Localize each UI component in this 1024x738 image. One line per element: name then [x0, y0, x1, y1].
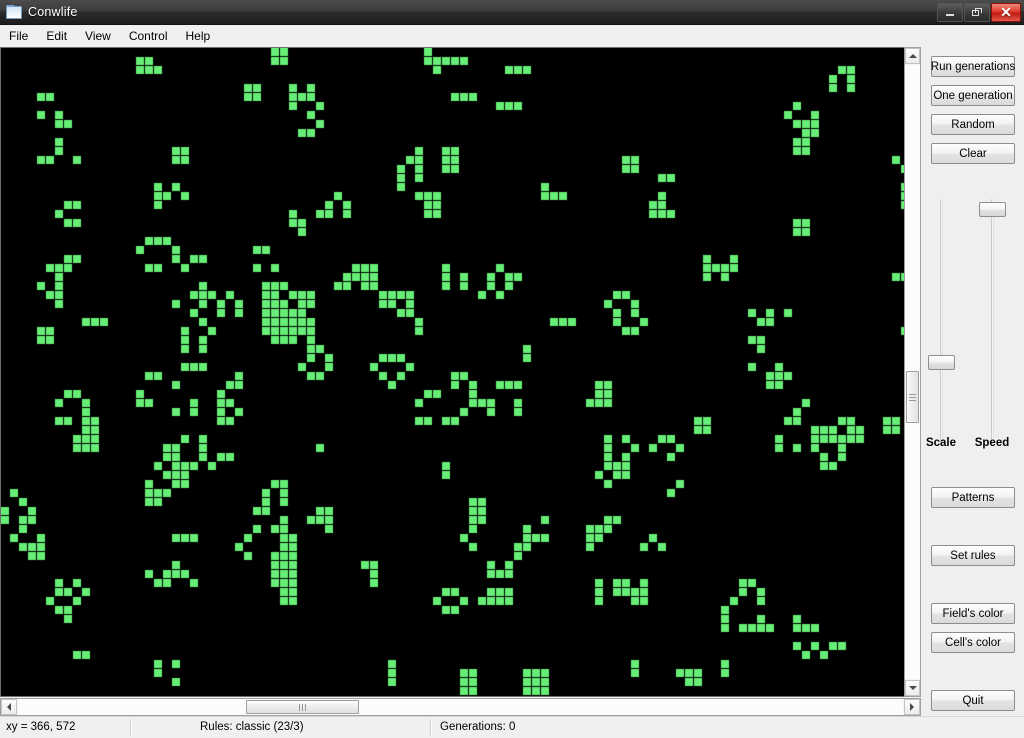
- scroll-up-button[interactable]: [905, 48, 920, 64]
- status-coordinates: xy = 366, 572: [6, 721, 76, 733]
- horizontal-scroll-thumb[interactable]: [246, 700, 359, 714]
- minimize-icon: [946, 14, 954, 16]
- patterns-button[interactable]: Patterns: [931, 487, 1015, 508]
- app-folder-icon: [6, 5, 22, 19]
- close-button[interactable]: ✕: [991, 2, 1021, 22]
- title-bar: Conwlife ✕: [0, 0, 1024, 25]
- application-window: Conwlife ✕ File Edit View Control Help R…: [0, 0, 1024, 738]
- horizontal-scrollbar[interactable]: [0, 698, 921, 716]
- close-icon: ✕: [1000, 4, 1012, 20]
- one-generation-button[interactable]: One generation: [931, 85, 1015, 106]
- horizontal-scroll-track[interactable]: [18, 699, 903, 715]
- menu-item-file[interactable]: File: [0, 26, 37, 46]
- clear-button[interactable]: Clear: [931, 143, 1015, 164]
- speed-slider-label: Speed: [974, 437, 1010, 449]
- control-panel: Run generations One generation Random Cl…: [922, 47, 1024, 715]
- status-generations: Generations: 0: [440, 721, 516, 733]
- menu-item-view[interactable]: View: [76, 26, 120, 46]
- minimize-button[interactable]: [937, 2, 963, 22]
- cells-color-button[interactable]: Cell's color: [931, 632, 1015, 653]
- scroll-left-button[interactable]: [1, 699, 17, 715]
- menu-item-help[interactable]: Help: [177, 26, 220, 46]
- menu-item-edit[interactable]: Edit: [37, 26, 76, 46]
- chevron-up-icon: [908, 54, 917, 58]
- scale-slider-thumb[interactable]: [928, 355, 955, 370]
- run-generations-button[interactable]: Run generations: [931, 56, 1015, 77]
- scale-slider[interactable]: [926, 199, 956, 442]
- menu-bar: File Edit View Control Help: [0, 25, 1024, 47]
- speed-slider-thumb[interactable]: [979, 202, 1006, 217]
- menu-item-control[interactable]: Control: [120, 26, 177, 46]
- scroll-right-button[interactable]: [904, 699, 920, 715]
- set-rules-button[interactable]: Set rules: [931, 545, 1015, 566]
- chevron-down-icon: [908, 686, 917, 690]
- scroll-down-button[interactable]: [905, 680, 920, 696]
- speed-slider[interactable]: [977, 199, 1007, 442]
- quit-button[interactable]: Quit: [931, 690, 1015, 711]
- status-rules: Rules: classic (23/3): [200, 721, 304, 733]
- chevron-left-icon: [7, 703, 11, 711]
- scale-slider-label: Scale: [925, 437, 957, 449]
- vertical-scroll-thumb[interactable]: [906, 371, 919, 423]
- restore-button[interactable]: [964, 2, 990, 22]
- window-controls: ✕: [937, 0, 1024, 25]
- vertical-scrollbar[interactable]: [904, 47, 921, 697]
- chevron-right-icon: [910, 703, 914, 711]
- window-title: Conwlife: [28, 5, 78, 19]
- life-canvas[interactable]: [1, 48, 919, 696]
- grip-icon: [298, 703, 307, 711]
- status-bar: xy = 366, 572 Rules: classic (23/3) Gene…: [0, 716, 1024, 738]
- fields-color-button[interactable]: Field's color: [931, 603, 1015, 624]
- restore-icon: [972, 7, 982, 17]
- life-field[interactable]: [0, 47, 920, 697]
- random-button[interactable]: Random: [931, 114, 1015, 135]
- scale-slider-track[interactable]: [940, 199, 943, 442]
- speed-slider-track[interactable]: [991, 199, 994, 442]
- grip-icon: [909, 392, 916, 403]
